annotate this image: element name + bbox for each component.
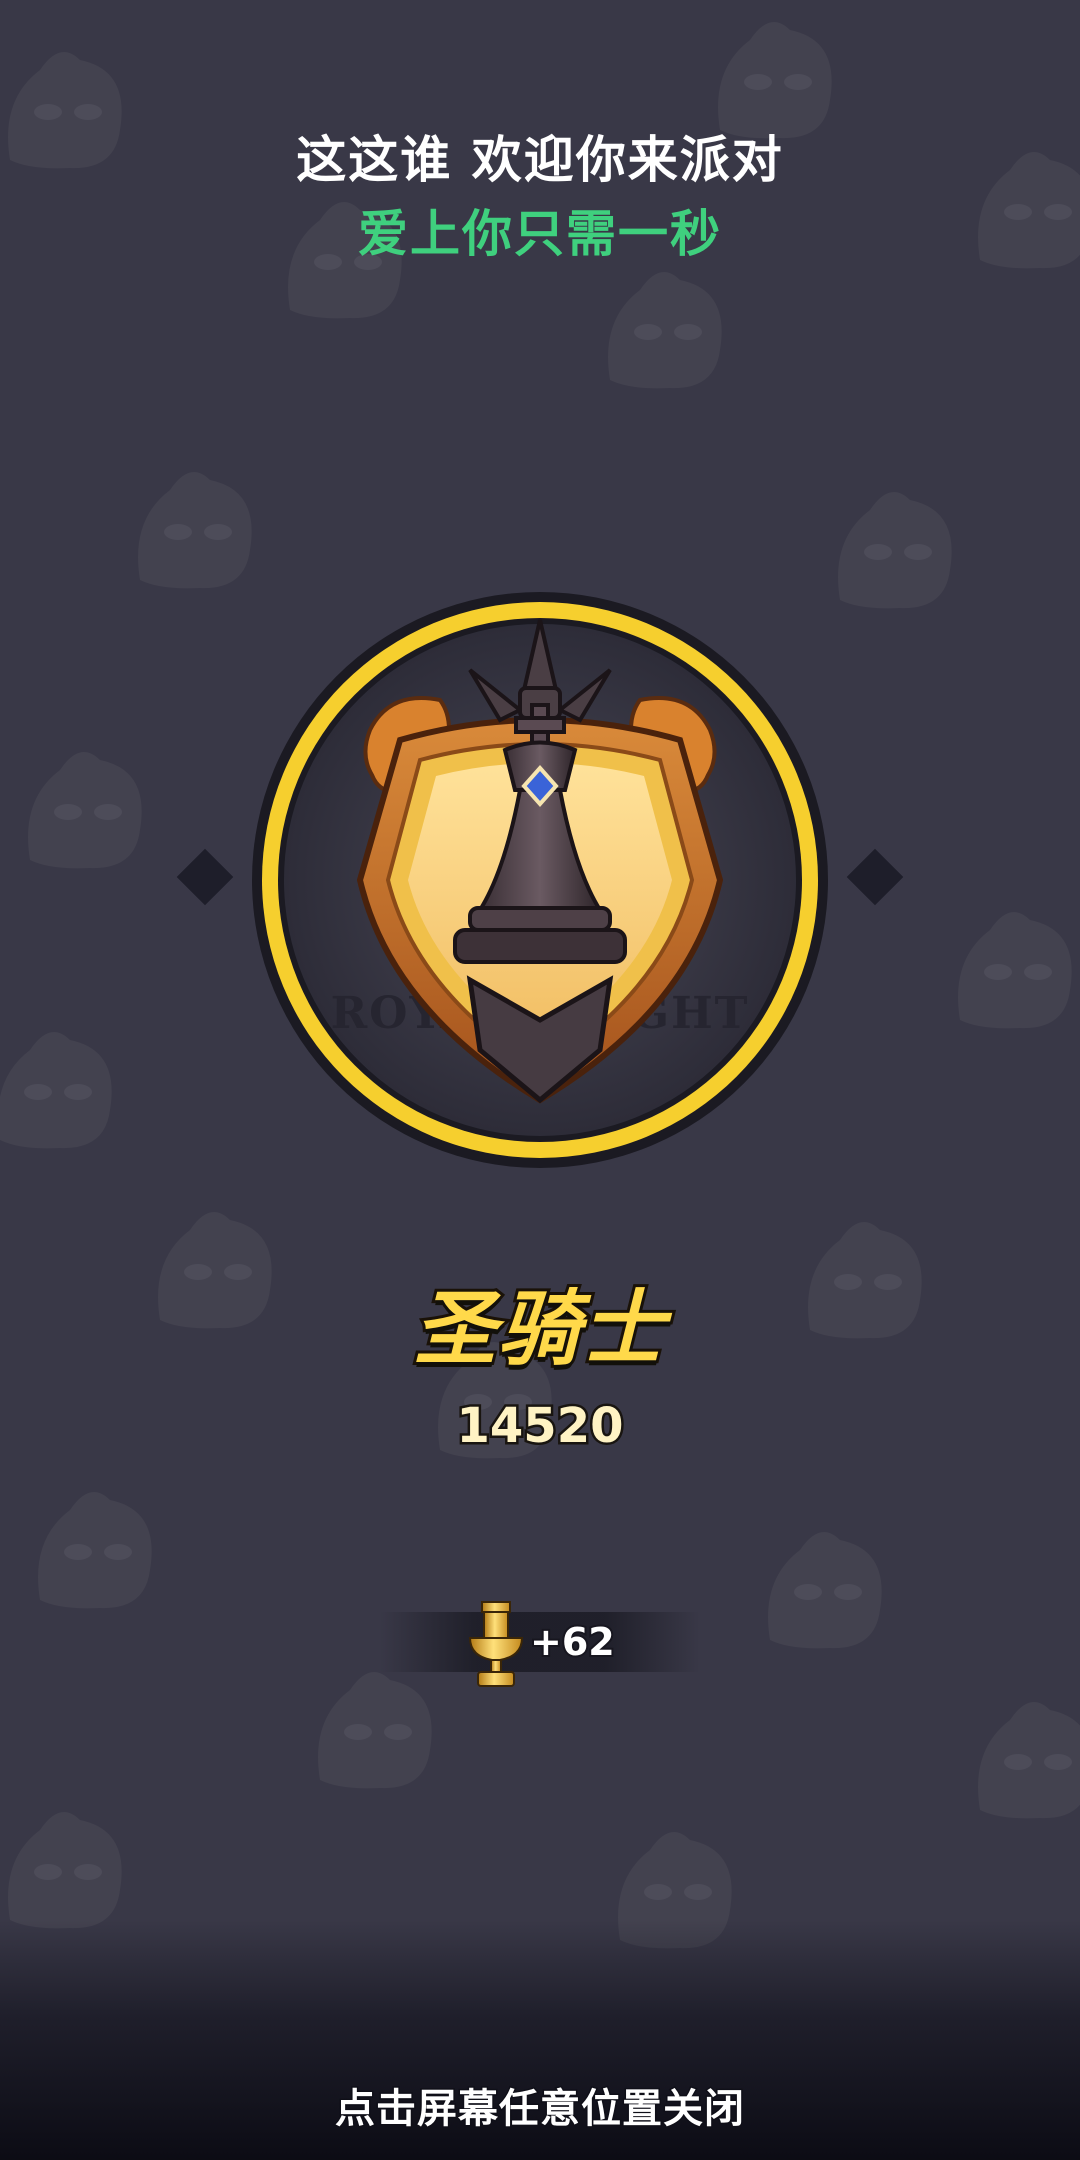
ghost-pattern-icon <box>978 1702 1080 1819</box>
rank-score: 14520 <box>454 1396 626 1457</box>
welcome-title: 这这谁 欢迎你来派对 <box>296 131 784 189</box>
knight-rank-badge-icon: ROYAL KNIGHT <box>252 592 828 1168</box>
ghost-pattern-icon <box>768 1532 882 1649</box>
ghost-pattern-icon <box>38 1492 152 1609</box>
reward-gain: +62 <box>528 1618 617 1666</box>
ghost-pattern-icon <box>608 272 722 389</box>
ghost-pattern-icon <box>8 1812 122 1929</box>
ghost-pattern-icon <box>318 1672 432 1789</box>
rank-badge: ROYAL KNIGHT <box>0 580 1080 1180</box>
ghost-pattern-icon <box>138 472 252 589</box>
header: 这这谁 欢迎你来派对 爱上你只需一秒 <box>0 128 1080 266</box>
trophy-icon <box>468 1601 524 1687</box>
welcome-subtitle: 爱上你只需一秒 <box>358 205 722 263</box>
close-hint[interactable]: 点击屏幕任意位置关闭 <box>0 2076 1080 2134</box>
rank-name: 圣骑士 <box>411 1279 667 1380</box>
